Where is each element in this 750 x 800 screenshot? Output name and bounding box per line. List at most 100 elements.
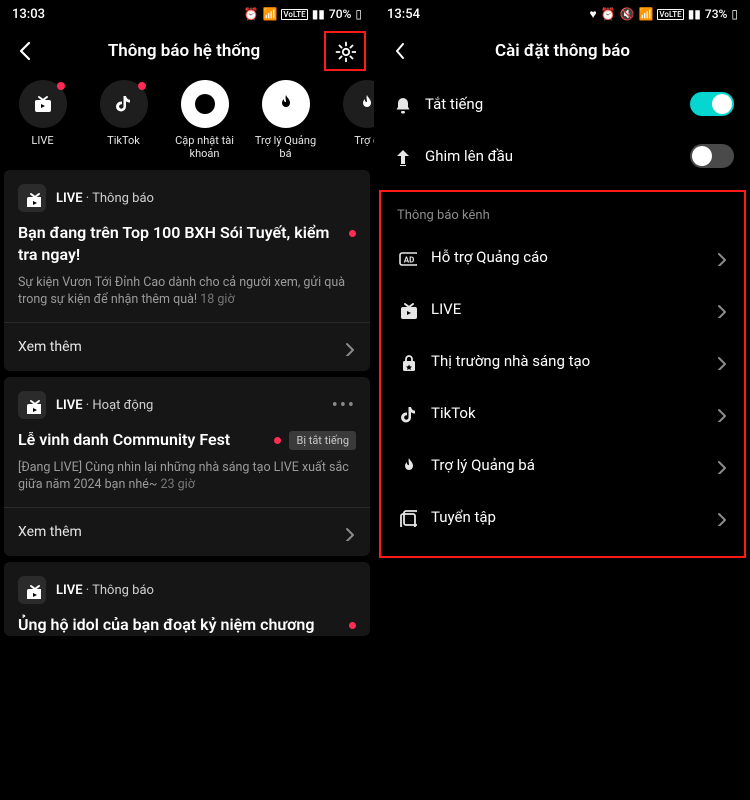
battery-icon: ▯: [355, 7, 362, 21]
header: Cài đặt thông báo: [375, 28, 750, 74]
notification-card[interactable]: LIVE · Hoạt động ••• Lễ vinh danh Communit…: [4, 377, 370, 556]
chevron-right-icon: [710, 456, 728, 474]
unread-dot: [274, 437, 281, 444]
muted-badge: Bị tắt tiếng: [289, 431, 356, 450]
collect-icon: [397, 507, 417, 527]
status-time: 13:54: [387, 7, 420, 22]
see-more-button[interactable]: Xem thêm: [18, 508, 356, 556]
battery-text: 70%: [329, 7, 351, 21]
channel-flame[interactable]: Trợ lý Quảng bá: [249, 80, 322, 160]
channel-tiktok[interactable]: TikTok: [87, 80, 160, 160]
card-time: 18 giờ: [200, 292, 234, 307]
mute-label: Tắt tiếng: [425, 95, 676, 113]
card-time: 23 giờ: [161, 477, 195, 492]
channel-setting-label: TikTok: [431, 404, 696, 422]
volte-icon: VoLTE: [281, 9, 307, 20]
live-icon: [18, 184, 46, 212]
status-bar: 13:54 ♥ ⏰ 🔇 📶 VoLTE ▮▮ 73% ▯: [375, 0, 750, 28]
unread-dot: [138, 82, 146, 90]
screen-system-notifications: 13:03 ⏰ 📶 VoLTE ▮▮ 70% ▯ Thông báo hệ th…: [0, 0, 375, 800]
page-title: Thông báo hệ thống: [44, 41, 324, 61]
header: Thông báo hệ thống: [0, 28, 374, 74]
see-more-button[interactable]: Xem thêm: [18, 323, 356, 371]
live-icon: [18, 576, 46, 604]
pin-icon: [391, 146, 411, 166]
section-label: Thông báo kênh: [381, 192, 744, 231]
card-source: LIVE · Hoạt động: [56, 398, 153, 413]
notification-list: LIVE · Thông báo Bạn đang trên Top 100 BX…: [0, 170, 374, 636]
card-description: Sự kiện Vươn Tới Đỉnh Cao dành cho cả ng…: [18, 274, 356, 308]
channel-setting-label: Hỗ trợ Quảng cáo: [431, 248, 696, 266]
card-title: Bạn đang trên Top 100 BXH Sói Tuyết, kiể…: [18, 222, 341, 266]
channel-setting-tiktok[interactable]: TikTok: [381, 387, 744, 439]
pin-toggle-row[interactable]: Ghim lên đầu: [375, 130, 750, 182]
channel-setting-lock[interactable]: Thị trường nhà sáng tạo: [381, 335, 744, 387]
unread-dot: [57, 82, 65, 90]
channel-setting-label: LIVE: [431, 300, 696, 318]
card-title: Lễ vinh danh Community Fest: [18, 429, 266, 451]
signal-icon: ▮▮: [688, 7, 701, 21]
wifi-icon: 📶: [262, 7, 277, 21]
more-button[interactable]: •••: [332, 395, 356, 416]
channel-setting-collect[interactable]: Tuyển tập: [381, 491, 744, 543]
channel-setting-ad[interactable]: Hỗ trợ Quảng cáo: [381, 231, 744, 283]
card-header: LIVE · Hoạt động •••: [18, 391, 356, 419]
volte-icon: VoLTE: [657, 9, 683, 20]
signal-icon: ▮▮: [312, 7, 325, 21]
chevron-right-icon: [710, 352, 728, 370]
chevron-right-icon: [710, 404, 728, 422]
channel-live[interactable]: LIVE: [6, 80, 79, 160]
channel-notifications-block: Thông báo kênh Hỗ trợ Quảng cáo LIVE Thị t…: [379, 190, 746, 558]
channel-upload[interactable]: Cập nhật tài khoản: [168, 80, 241, 160]
alarm-icon: ⏰: [244, 7, 259, 21]
status-icons: ⏰ 📶 VoLTE ▮▮ 70% ▯: [244, 7, 362, 21]
wifi-icon: 📶: [638, 7, 653, 21]
channel-setting-flame[interactable]: Trợ lý Quảng bá: [381, 439, 744, 491]
pin-label: Ghim lên đầu: [425, 147, 676, 165]
pin-toggle[interactable]: [690, 144, 734, 168]
status-bar: 13:03 ⏰ 📶 VoLTE ▮▮ 70% ▯: [0, 0, 374, 28]
ad-icon: [397, 247, 417, 267]
channel-setting-label: Thị trường nhà sáng tạo: [431, 352, 696, 370]
alarm-icon: ⏰: [601, 7, 616, 21]
lock-icon: [397, 351, 417, 371]
channel-label: Cập nhật tài khoản: [168, 134, 241, 160]
page-title: Cài đặt thông báo: [419, 41, 706, 61]
live-icon: [397, 299, 417, 319]
notification-card[interactable]: LIVE · Thông báo Ủng hộ idol của bạn đoạt…: [4, 562, 370, 636]
chevron-right-icon: [710, 508, 728, 526]
channel-label: Trợ c: [354, 134, 374, 160]
status-time: 13:03: [12, 7, 45, 22]
channel-category-row[interactable]: LIVE TikTok Cập nhật tài khoản Trợ lý Quảng…: [0, 74, 374, 170]
channel-setting-label: Tuyển tập: [431, 508, 696, 526]
channel-setting-live[interactable]: LIVE: [381, 283, 744, 335]
card-title: Ủng hộ idol của bạn đoạt kỷ niệm chương: [18, 614, 341, 636]
settings-button[interactable]: [324, 31, 366, 71]
mute-toggle[interactable]: [690, 92, 734, 116]
card-source: LIVE · Thông báo: [56, 583, 154, 598]
flame-icon: [397, 455, 417, 475]
mute-toggle-row[interactable]: Tắt tiếng: [375, 78, 750, 130]
flame-icon: [262, 80, 310, 128]
channel-label: TikTok: [107, 134, 140, 160]
heart-icon: ♥: [589, 7, 596, 21]
back-button[interactable]: [383, 33, 419, 69]
channel-star[interactable]: Trợ c: [330, 80, 374, 160]
battery-text: 73%: [705, 7, 727, 21]
status-icons: ♥ ⏰ 🔇 📶 VoLTE ▮▮ 73% ▯: [589, 7, 738, 21]
live-icon: [19, 80, 67, 128]
back-button[interactable]: [8, 33, 44, 69]
card-source: LIVE · Thông báo: [56, 191, 154, 206]
bell-icon: [391, 94, 411, 114]
tiktok-icon: [397, 403, 417, 423]
chevron-right-icon: [710, 248, 728, 266]
channel-settings-list: Hỗ trợ Quảng cáo LIVE Thị trường nhà sáng …: [381, 231, 744, 543]
channel-label: LIVE: [31, 134, 53, 160]
notification-card[interactable]: LIVE · Thông báo Bạn đang trên Top 100 BX…: [4, 170, 370, 371]
card-description: [Đang LIVE] Cùng nhìn lại những nhà sáng…: [18, 459, 356, 493]
upload-icon: [181, 80, 229, 128]
unread-dot: [349, 230, 356, 237]
unread-dot: [349, 622, 356, 629]
chevron-right-icon: [710, 300, 728, 318]
live-icon: [18, 391, 46, 419]
